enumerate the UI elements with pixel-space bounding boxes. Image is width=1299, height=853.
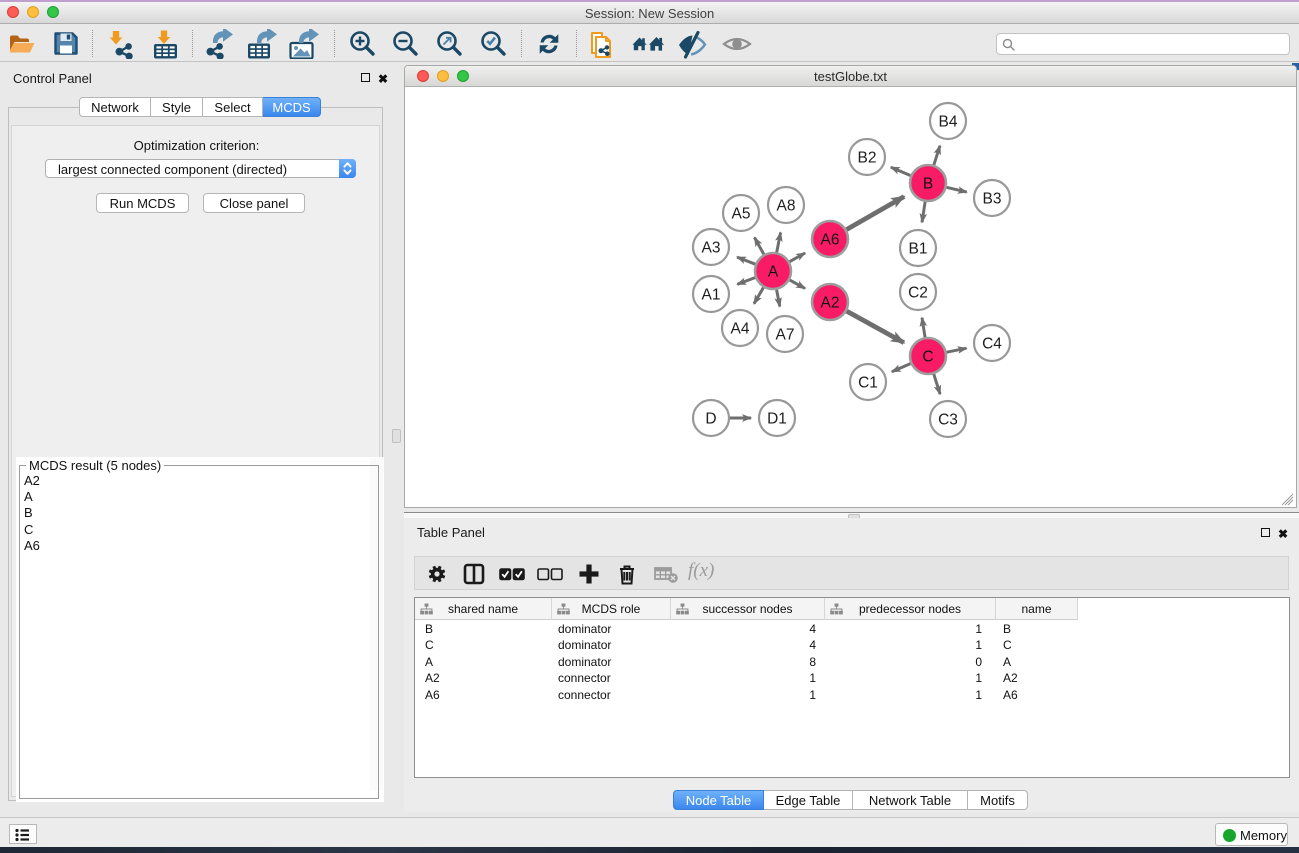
- svg-text:D: D: [705, 411, 716, 428]
- svg-text:A7: A7: [776, 327, 795, 344]
- svg-text:A6: A6: [821, 232, 840, 249]
- svg-text:C: C: [922, 349, 933, 366]
- svg-text:B2: B2: [858, 150, 877, 167]
- svg-text:A8: A8: [777, 198, 796, 215]
- svg-text:B1: B1: [909, 241, 928, 258]
- svg-text:A4: A4: [731, 321, 750, 338]
- svg-text:C2: C2: [908, 285, 928, 302]
- svg-text:B4: B4: [939, 114, 958, 131]
- svg-text:A: A: [768, 264, 779, 281]
- svg-text:B: B: [923, 176, 933, 193]
- svg-text:A2: A2: [821, 295, 840, 312]
- svg-text:B3: B3: [983, 191, 1002, 208]
- svg-text:A1: A1: [702, 287, 721, 304]
- svg-text:A5: A5: [732, 206, 751, 223]
- svg-text:D1: D1: [767, 411, 787, 428]
- svg-text:C1: C1: [858, 375, 878, 392]
- svg-text:A3: A3: [702, 240, 721, 257]
- svg-text:C3: C3: [938, 412, 958, 429]
- svg-text:C4: C4: [982, 336, 1002, 353]
